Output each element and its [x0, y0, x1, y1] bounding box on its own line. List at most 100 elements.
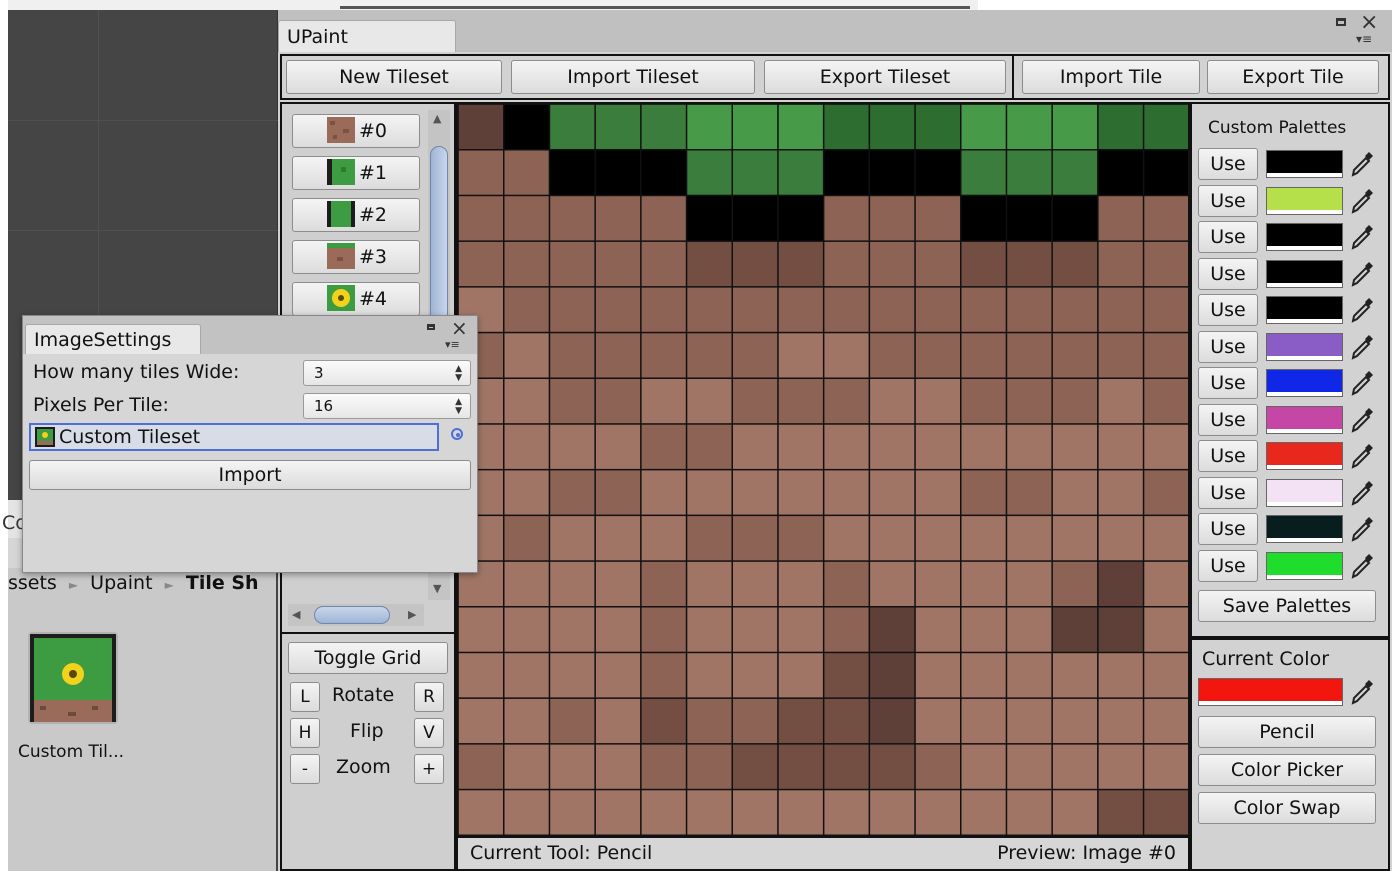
- pixel-cell[interactable]: [687, 241, 732, 287]
- pixel-grid[interactable]: [458, 104, 1188, 836]
- pixel-cell[interactable]: [915, 698, 960, 744]
- pixel-cell[interactable]: [778, 561, 823, 606]
- pixel-cell[interactable]: [1144, 196, 1188, 241]
- pixel-cell[interactable]: [915, 379, 960, 424]
- pixel-cell[interactable]: [595, 607, 641, 652]
- pixel-cell[interactable]: [915, 561, 960, 606]
- pixel-cell[interactable]: [870, 379, 915, 424]
- pixel-cell[interactable]: [1098, 379, 1143, 424]
- pixel-cell[interactable]: [778, 333, 823, 378]
- tileset-object-field[interactable]: Custom Tileset: [29, 423, 439, 451]
- palette-swatch[interactable]: [1266, 478, 1343, 507]
- pixel-cell[interactable]: [1052, 698, 1098, 744]
- eyedropper-icon[interactable]: [1350, 223, 1376, 251]
- pixel-cell[interactable]: [870, 196, 915, 241]
- toggle-grid-button[interactable]: Toggle Grid: [288, 642, 448, 674]
- pixel-cell[interactable]: [687, 790, 732, 835]
- pixel-cell[interactable]: [458, 790, 503, 835]
- pixel-cell[interactable]: [550, 196, 595, 241]
- use-palette-button[interactable]: Use: [1198, 476, 1258, 509]
- pixel-cell[interactable]: [1144, 379, 1188, 424]
- pixel-cell[interactable]: [458, 744, 503, 789]
- pixel-cell[interactable]: [961, 241, 1006, 287]
- pixel-cell[interactable]: [1144, 561, 1188, 606]
- pixel-cell[interactable]: [504, 470, 549, 515]
- pixel-cell[interactable]: [961, 287, 1006, 332]
- pixel-cell[interactable]: [1098, 516, 1143, 561]
- pixel-cell[interactable]: [1098, 607, 1143, 652]
- pixel-cell[interactable]: [824, 287, 869, 332]
- pixel-cell[interactable]: [733, 424, 778, 469]
- pixel-cell[interactable]: [550, 744, 595, 789]
- pixel-cell[interactable]: [641, 287, 686, 332]
- tile-button-2[interactable]: #2: [292, 198, 420, 232]
- pixel-cell[interactable]: [1144, 516, 1188, 561]
- pixel-cell[interactable]: [1098, 424, 1143, 469]
- pixel-cell[interactable]: [641, 104, 686, 149]
- pixel-cell[interactable]: [550, 470, 595, 515]
- breadcrumb-tile-sheets[interactable]: Tile Sh: [186, 572, 259, 594]
- pixel-cell[interactable]: [915, 790, 960, 835]
- pixel-cell[interactable]: [504, 241, 549, 287]
- pixel-cell[interactable]: [1144, 104, 1188, 149]
- pixel-cell[interactable]: [595, 150, 641, 195]
- pixel-cell[interactable]: [1098, 241, 1143, 287]
- pixel-cell[interactable]: [641, 607, 686, 652]
- use-palette-button[interactable]: Use: [1198, 148, 1258, 180]
- pixel-cell[interactable]: [733, 287, 778, 332]
- pixel-cell[interactable]: [778, 790, 823, 835]
- pixel-cell[interactable]: [1007, 790, 1052, 835]
- pixel-cell[interactable]: [687, 104, 732, 149]
- zoom-out-button[interactable]: -: [290, 754, 320, 784]
- pixel-cell[interactable]: [915, 241, 960, 287]
- pixel-cell[interactable]: [915, 607, 960, 652]
- pixel-cell[interactable]: [1144, 241, 1188, 287]
- tile-button-1[interactable]: #1: [292, 156, 420, 190]
- scroll-down-icon[interactable]: ▼: [433, 582, 441, 595]
- pixel-cell[interactable]: [687, 196, 732, 241]
- pixel-cell[interactable]: [595, 653, 641, 698]
- import-button[interactable]: Import: [29, 460, 471, 490]
- pixel-cell[interactable]: [870, 333, 915, 378]
- pencil-button[interactable]: Pencil: [1198, 716, 1376, 748]
- pixel-cell[interactable]: [687, 470, 732, 515]
- pixel-cell[interactable]: [778, 607, 823, 652]
- pixel-cell[interactable]: [504, 104, 549, 149]
- pixel-cell[interactable]: [641, 653, 686, 698]
- pixel-cell[interactable]: [595, 196, 641, 241]
- pixel-cell[interactable]: [504, 196, 549, 241]
- pixel-cell[interactable]: [733, 607, 778, 652]
- pixel-cell[interactable]: [1007, 196, 1052, 241]
- pixel-cell[interactable]: [1052, 196, 1098, 241]
- pixel-cell[interactable]: [504, 333, 549, 378]
- pixel-cell[interactable]: [1144, 287, 1188, 332]
- pixel-cell[interactable]: [1052, 424, 1098, 469]
- eyedropper-icon[interactable]: [1350, 406, 1376, 434]
- pixel-cell[interactable]: [870, 104, 915, 149]
- pixel-cell[interactable]: [733, 744, 778, 789]
- pixel-cell[interactable]: [458, 607, 503, 652]
- pixel-cell[interactable]: [915, 196, 960, 241]
- upaint-tab[interactable]: UPaint: [278, 20, 456, 52]
- pixel-cell[interactable]: [1098, 744, 1143, 789]
- pixel-cell[interactable]: [595, 379, 641, 424]
- pixel-cell[interactable]: [1007, 516, 1052, 561]
- pixels-per-tile-select[interactable]: 16 ▲ ▼: [303, 393, 471, 419]
- pixel-cell[interactable]: [1007, 607, 1052, 652]
- pixel-cell[interactable]: [1052, 607, 1098, 652]
- pixel-cell[interactable]: [870, 698, 915, 744]
- pixel-cell[interactable]: [870, 241, 915, 287]
- pixel-cell[interactable]: [504, 287, 549, 332]
- pixel-cell[interactable]: [595, 698, 641, 744]
- pixel-cell[interactable]: [824, 196, 869, 241]
- pixel-cell[interactable]: [961, 196, 1006, 241]
- pixel-cell[interactable]: [961, 607, 1006, 652]
- pixel-cell[interactable]: [824, 241, 869, 287]
- pixel-cell[interactable]: [595, 470, 641, 515]
- pixel-cell[interactable]: [1007, 104, 1052, 149]
- pixel-cell[interactable]: [1007, 561, 1052, 606]
- pixel-cell[interactable]: [915, 424, 960, 469]
- pixel-cell[interactable]: [870, 790, 915, 835]
- eyedropper-icon[interactable]: [1350, 678, 1376, 706]
- pixel-cell[interactable]: [641, 241, 686, 287]
